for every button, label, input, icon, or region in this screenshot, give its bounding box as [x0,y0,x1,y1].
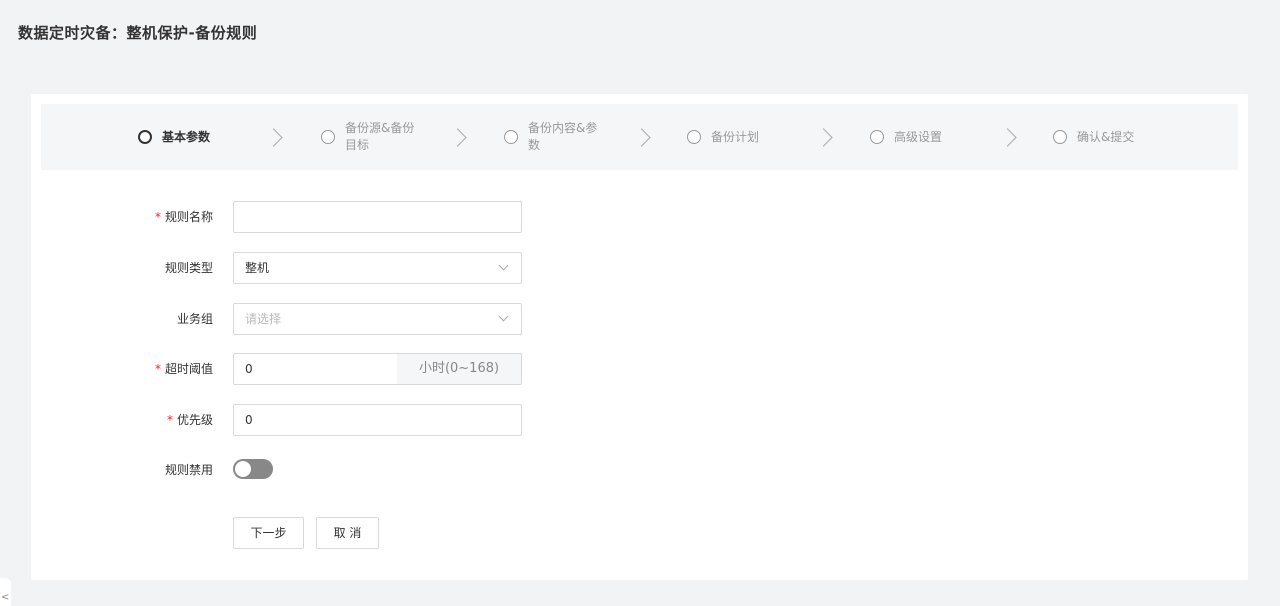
chevron-down-icon [498,311,509,322]
form-row-business-group: 业务组 请选择 [31,303,631,335]
step-advanced-settings[interactable]: 高级设置 [870,104,942,170]
chevron-right-icon [633,126,653,148]
page-title: 数据定时灾备：整机保护-备份规则 [18,24,258,42]
select-placeholder: 请选择 [245,312,282,326]
form-row-rule-disable: 规则禁用 [31,454,631,486]
rule-name-input[interactable] [233,201,522,233]
step-label: 高级设置 [894,129,943,144]
toggle-knob [235,461,251,477]
step-indicator: 基本参数 备份源&备份目标 备份内容&参数 备份计划 高级设置 确认&提交 [41,104,1238,170]
chevron-right-icon [449,126,469,148]
business-group-select[interactable]: 请选择 [233,303,522,335]
step-source-target[interactable]: 备份源&备份目标 [321,104,417,170]
chevron-right-icon [265,126,285,148]
chevron-down-icon [498,260,509,271]
timeout-unit-addon: 小时(0~168) [397,353,522,385]
step-circle-icon [687,130,701,144]
step-label: 备份源&备份目标 [345,121,415,152]
form-row-rule-type: 规则类型 整机 [31,252,631,284]
step-label: 基本参数 [162,129,211,144]
step-label: 备份内容&参数 [528,121,598,152]
step-backup-plan[interactable]: 备份计划 [687,104,759,170]
step-confirm-submit[interactable]: 确认&提交 [1053,104,1134,170]
form-label: * 超时阈值 [154,362,213,376]
chevron-right-icon [999,126,1019,148]
form-actions: 下一步 取 消 [31,517,631,549]
step-content-params[interactable]: 备份内容&参数 [504,104,600,170]
step-circle-icon [138,130,152,144]
step-label: 备份计划 [711,129,760,144]
priority-input[interactable]: 0 [233,404,522,436]
form-row-priority: * 优先级 0 [31,404,631,436]
next-step-button[interactable]: 下一步 [233,517,304,549]
step-circle-icon [504,130,518,144]
cancel-button[interactable]: 取 消 [316,517,379,549]
select-value: 整机 [245,261,270,275]
chevron-right-icon [815,126,835,148]
form-card: 基本参数 备份源&备份目标 备份内容&参数 备份计划 高级设置 确认&提交 * … [31,94,1248,580]
step-circle-icon [321,130,335,144]
form-row-rule-name: * 规则名称 [31,201,631,233]
timeout-input[interactable]: 0 [233,353,398,385]
form-label: 业务组 [176,312,213,326]
form-label: 规则类型 [164,261,213,275]
form-label: 规则禁用 [164,463,213,477]
form-row-timeout: * 超时阈值 0 小时(0~168) [31,353,631,385]
form-label: * 优先级 [166,413,213,427]
step-basic-params[interactable]: 基本参数 [138,104,210,170]
rule-disable-toggle[interactable] [233,459,273,479]
step-label: 确认&提交 [1077,129,1135,144]
step-circle-icon [870,130,884,144]
rule-type-select[interactable]: 整机 [233,252,522,284]
step-circle-icon [1053,130,1067,144]
sidebar-collapse-handle[interactable]: < [0,578,11,606]
form-label: * 规则名称 [154,210,213,224]
